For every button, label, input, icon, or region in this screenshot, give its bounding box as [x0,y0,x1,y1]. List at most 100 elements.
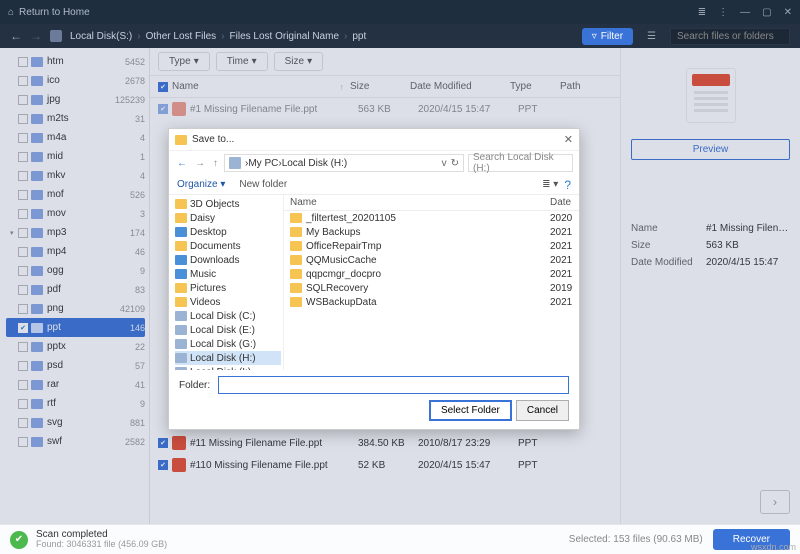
search-input[interactable]: Search files or folders [670,28,790,45]
folder-date: 2021 [544,225,579,239]
help-icon[interactable]: ? [564,178,571,192]
minimize-icon[interactable]: — [740,7,750,18]
folder-name: SQLRecovery [306,283,368,294]
folder-icon [175,135,187,145]
status-ok-icon [10,531,28,549]
folder-date: 2021 [544,267,579,281]
tree-item-label: Local Disk (C:) [190,311,256,322]
tree-item[interactable]: Local Disk (G:) [175,337,281,351]
folder-icon [290,241,302,251]
path-seg[interactable]: My PC [248,158,278,169]
tree-item[interactable]: Desktop [175,225,281,239]
breadcrumb-seg[interactable]: Other Lost Files [146,31,217,42]
refresh-icon[interactable]: ↻ [451,158,459,169]
tree-item[interactable]: Daisy [175,211,281,225]
tree-item-label: Local Disk (G:) [190,339,256,350]
organize-button[interactable]: Organize ▾ [177,179,225,190]
tree-item-label: Music [190,269,216,280]
blue-icon [175,269,187,279]
folder-item[interactable]: My Backups [284,225,544,239]
dialog-title: Save to... [192,134,234,145]
blue-icon [175,227,187,237]
select-folder-button[interactable]: Select Folder [429,400,512,421]
folder-name: _filtertest_20201105 [306,213,396,224]
home-icon: ⌂ [8,7,14,18]
folder-label: Folder: [179,380,210,391]
tree-item[interactable]: Local Disk (E:) [175,323,281,337]
breadcrumb-seg[interactable]: Files Lost Original Name [230,31,339,42]
folder-icon [175,283,187,293]
view-options-icon[interactable]: ≣ ▾ [542,179,558,190]
nav-back-icon[interactable]: ← [10,29,22,43]
breadcrumb: Local Disk(S:)› Other Lost Files› Files … [70,31,574,42]
tree-item-label: Documents [190,241,241,252]
folder-icon [290,269,302,279]
nav-up-icon[interactable]: ↑ [211,158,220,169]
disk-icon [175,339,187,349]
tree-item[interactable]: Pictures [175,281,281,295]
chevron-down-icon[interactable]: v [442,158,447,169]
folder-icon [290,227,302,237]
disk-icon [175,325,187,335]
dialog-tree[interactable]: 3D Objects Daisy Desktop Documents Downloads… [169,195,284,370]
close-icon[interactable]: ✕ [564,133,573,146]
breadcrumb-seg[interactable]: ppt [352,31,366,42]
maximize-icon[interactable]: ▢ [762,7,771,18]
window-controls: ≣ ⋮ — ▢ ✕ [698,7,792,18]
menu-icon[interactable]: ≣ [698,7,706,18]
folder-name: OfficeRepairTmp [306,241,381,252]
new-folder-button[interactable]: New folder [239,179,287,190]
folder-input[interactable] [218,376,569,394]
folder-item[interactable]: _filtertest_20201105 [284,211,544,225]
folder-item[interactable]: WSBackupData [284,295,544,309]
dialog-search-input[interactable]: Search Local Disk (H:) [468,154,573,172]
dialog-file-list[interactable]: Name _filtertest_20201105My Backups Offic… [284,195,579,370]
breadcrumb-seg[interactable]: Local Disk(S:) [70,31,132,42]
tree-item[interactable]: Music [175,267,281,281]
return-home[interactable]: ⌂ Return to Home [8,7,90,18]
view-mode-icon[interactable]: ☰ [641,31,662,42]
main-toolbar: ← → Local Disk(S:)› Other Lost Files› Fi… [0,24,800,48]
save-to-dialog: Save to... ✕ ← → ↑ › My PC › Local Disk … [168,128,580,430]
folder-icon [175,199,187,209]
filter-button[interactable]: ▿ Filter [582,28,633,45]
folder-icon [175,241,187,251]
tree-item-label: Downloads [190,255,239,266]
folder-item[interactable]: qqpcmgr_docpro [284,267,544,281]
address-bar[interactable]: › My PC › Local Disk (H:) v ↻ [224,154,464,172]
folder-date: 2021 [544,295,579,309]
nav-forward-icon[interactable]: → [30,29,42,43]
tree-item[interactable]: Downloads [175,253,281,267]
folder-item[interactable]: OfficeRepairTmp [284,239,544,253]
tree-item-label: Local Disk (E:) [190,325,255,336]
tree-item[interactable]: Local Disk (C:) [175,309,281,323]
nav-forward-icon[interactable]: → [193,158,207,169]
disk-icon [50,30,62,42]
status-bar: Scan completed Found: 3046331 file (456.… [0,524,800,554]
funnel-icon: ▿ [592,31,597,42]
folder-date: 2021 [544,239,579,253]
close-icon[interactable]: ✕ [784,7,792,18]
tree-item[interactable]: Local Disk (H:) [175,351,281,365]
dialog-nav: ← → ↑ › My PC › Local Disk (H:) v ↻ Sear… [169,151,579,175]
titlebar: ⌂ Return to Home ≣ ⋮ — ▢ ✕ [0,0,800,24]
folder-name: WSBackupData [306,297,377,308]
folder-icon [290,213,302,223]
tree-item-label: Daisy [190,213,215,224]
dialog-footer: Folder: Select Folder Cancel [169,370,579,429]
tree-item[interactable]: 3D Objects [175,197,281,211]
filter-label: Filter [601,31,623,42]
tree-item-label: Desktop [190,227,227,238]
tree-item[interactable]: Documents [175,239,281,253]
folder-item[interactable]: QQMusicCache [284,253,544,267]
cancel-button[interactable]: Cancel [516,400,569,421]
col-date[interactable]: Date [544,195,579,211]
tree-item[interactable]: Videos [175,295,281,309]
settings-icon[interactable]: ⋮ [718,7,728,18]
blue-icon [175,255,187,265]
col-name[interactable]: Name [284,195,544,211]
scan-subtitle: Found: 3046331 file (456.09 GB) [36,540,167,550]
path-seg[interactable]: Local Disk (H:) [282,158,348,169]
nav-back-icon[interactable]: ← [175,158,189,169]
folder-item[interactable]: SQLRecovery [284,281,544,295]
